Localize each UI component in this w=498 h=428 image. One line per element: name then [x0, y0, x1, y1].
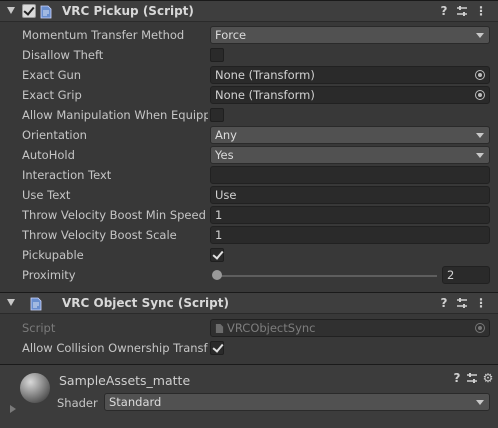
use-text-label: Use Text — [22, 188, 71, 202]
row-exact-gun: Exact Gun None (Transform) — [0, 65, 498, 85]
pickupable-checkbox[interactable] — [210, 248, 224, 262]
row-use-text: Use Text Use — [0, 185, 498, 205]
row-orientation: Orientation Any — [0, 125, 498, 145]
autohold-value: Yes — [215, 148, 234, 162]
script-label: Script — [22, 321, 56, 335]
sliders-icon[interactable] — [465, 371, 479, 385]
disallow-theft-label: Disallow Theft — [22, 48, 104, 62]
vrc-object-sync-header[interactable]: VRC Object Sync (Script) ? ⋮ — [0, 292, 498, 314]
throw-scale-label: Throw Velocity Boost Scale — [22, 228, 177, 242]
throw-scale-input[interactable]: 1 — [210, 226, 490, 244]
fold-arrow-icon[interactable] — [7, 299, 15, 306]
object-picker-icon[interactable] — [475, 70, 485, 80]
row-exact-grip: Exact Grip None (Transform) — [0, 85, 498, 105]
chevron-down-icon — [476, 400, 484, 405]
proximity-label: Proximity — [22, 268, 76, 282]
help-icon[interactable]: ? — [437, 296, 451, 310]
script-icon — [40, 5, 52, 19]
material-section: SampleAssets_matte ? ⚙ Shader Standard — [0, 364, 498, 428]
shader-value: Standard — [109, 395, 162, 409]
autohold-label: AutoHold — [22, 148, 75, 162]
row-throw-min: Throw Velocity Boost Min Speed 1 — [0, 205, 498, 225]
throw-min-input[interactable]: 1 — [210, 206, 490, 224]
material-preview-sphere — [20, 373, 50, 403]
shader-dropdown[interactable]: Standard — [104, 393, 490, 411]
allow-collision-label: Allow Collision Ownership Transfer — [22, 341, 208, 355]
kebab-menu-icon[interactable]: ⋮ — [474, 296, 488, 310]
kebab-menu-icon[interactable]: ⋮ — [474, 4, 488, 18]
row-autohold: AutoHold Yes — [0, 145, 498, 165]
autohold-dropdown[interactable]: Yes — [210, 146, 490, 164]
proximity-slider-thumb[interactable] — [212, 270, 222, 280]
component-title: VRC Pickup (Script) — [62, 4, 194, 18]
script-value: VRCObjectSync — [227, 321, 316, 335]
momentum-dropdown[interactable]: Force — [210, 26, 490, 44]
momentum-value: Force — [215, 28, 247, 42]
exact-grip-field[interactable]: None (Transform) — [210, 86, 490, 104]
momentum-label: Momentum Transfer Method — [22, 28, 185, 42]
component-enabled-checkbox[interactable] — [22, 4, 36, 18]
exact-grip-value: None (Transform) — [215, 88, 315, 102]
fold-arrow-icon[interactable] — [7, 7, 15, 14]
throw-min-label: Throw Velocity Boost Min Speed — [22, 208, 206, 222]
object-picker-icon — [475, 323, 485, 333]
row-proximity: Proximity 2 — [0, 265, 498, 285]
gear-icon[interactable]: ⚙ — [481, 371, 495, 385]
exact-gun-label: Exact Gun — [22, 68, 82, 82]
chevron-down-icon — [476, 153, 484, 158]
row-allow-manipulation: Allow Manipulation When Equipped — [0, 105, 498, 125]
row-throw-scale: Throw Velocity Boost Scale 1 — [0, 225, 498, 245]
allow-manipulation-label: Allow Manipulation When Equipped — [22, 108, 208, 122]
exact-gun-field[interactable]: None (Transform) — [210, 66, 490, 84]
interaction-text-input[interactable] — [210, 166, 490, 184]
row-script: Script VRCObjectSync — [0, 318, 498, 338]
foldout-arrow-icon[interactable] — [10, 405, 16, 413]
sliders-icon[interactable] — [455, 296, 469, 310]
row-disallow-theft: Disallow Theft — [0, 45, 498, 65]
row-allow-collision: Allow Collision Ownership Transfer — [0, 338, 498, 358]
script-file-icon — [215, 324, 224, 333]
pickupable-label: Pickupable — [22, 248, 84, 262]
chevron-down-icon — [476, 133, 484, 138]
material-name: SampleAssets_matte — [59, 373, 191, 388]
use-text-input[interactable]: Use — [210, 186, 490, 204]
disallow-theft-checkbox[interactable] — [210, 48, 224, 62]
shader-label: Shader — [57, 396, 98, 410]
proximity-input[interactable]: 2 — [442, 266, 490, 284]
orientation-dropdown[interactable]: Any — [210, 126, 490, 144]
exact-grip-label: Exact Grip — [22, 88, 82, 102]
help-icon[interactable]: ? — [450, 371, 464, 385]
script-icon — [30, 297, 42, 311]
proximity-slider-track[interactable] — [215, 275, 437, 277]
help-icon[interactable]: ? — [437, 4, 451, 18]
row-pickupable: Pickupable — [0, 245, 498, 265]
object-picker-icon[interactable] — [475, 90, 485, 100]
chevron-down-icon — [476, 33, 484, 38]
allow-collision-checkbox[interactable] — [210, 341, 224, 355]
script-field: VRCObjectSync — [210, 319, 490, 337]
allow-manipulation-checkbox[interactable] — [210, 108, 224, 122]
orientation-value: Any — [215, 128, 237, 142]
interaction-text-label: Interaction Text — [22, 168, 112, 182]
exact-gun-value: None (Transform) — [215, 68, 315, 82]
component-title: VRC Object Sync (Script) — [62, 296, 229, 310]
row-interaction-text: Interaction Text — [0, 165, 498, 185]
vrc-pickup-header[interactable]: VRC Pickup (Script) ? ⋮ — [0, 0, 498, 22]
sliders-icon[interactable] — [455, 4, 469, 18]
orientation-label: Orientation — [22, 128, 87, 142]
row-momentum: Momentum Transfer Method Force — [0, 25, 498, 45]
